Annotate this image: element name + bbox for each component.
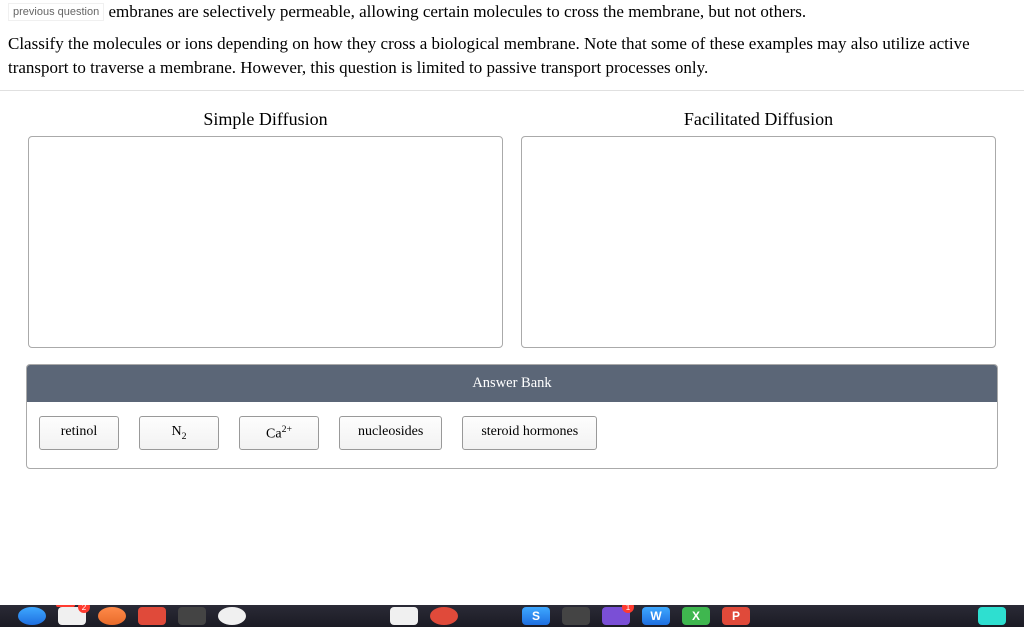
column-label-simple: Simple Diffusion: [28, 109, 503, 130]
tile-ca-base: Ca: [266, 426, 282, 441]
dock-app-icon[interactable]: [430, 607, 458, 625]
letter-icon: S: [522, 607, 550, 625]
letter-icon: W: [642, 607, 670, 625]
tile-retinol[interactable]: retinol: [39, 416, 119, 451]
intro-text-2: Classify the molecules or ions depending…: [8, 32, 1014, 80]
dock-app-icon[interactable]: [978, 607, 1006, 625]
classification-area: Simple Diffusion Facilitated Diffusion: [0, 91, 1024, 364]
dock-teams-icon[interactable]: 1: [602, 607, 630, 625]
dock-app-icon[interactable]: [178, 607, 206, 625]
badge-icon: 2: [78, 605, 90, 613]
dock-safari-icon[interactable]: [218, 607, 246, 625]
macos-dock: 2 OCT S 1 W X P: [0, 605, 1024, 627]
intro-text-1: embranes are selectively permeable, allo…: [108, 2, 806, 21]
answer-bank-header: Answer Bank: [27, 365, 997, 402]
tile-n2-sub: 2: [182, 430, 187, 441]
tile-ca-sup: 2+: [282, 424, 292, 435]
dock-app-icon[interactable]: [562, 607, 590, 625]
letter-icon: P: [722, 607, 750, 625]
dock-app-icon[interactable]: [98, 607, 126, 625]
column-simple-diffusion: Simple Diffusion: [28, 109, 503, 348]
question-content: previous question embranes are selective…: [0, 0, 1024, 80]
previous-question-link[interactable]: previous question: [8, 3, 104, 21]
letter-icon: X: [682, 607, 710, 625]
dock-photos-icon[interactable]: [390, 607, 418, 625]
dock-skype-icon[interactable]: S: [522, 607, 550, 625]
dock-calendar-icon[interactable]: 2 OCT: [58, 607, 86, 625]
dropzone-facilitated-diffusion[interactable]: [521, 136, 996, 348]
answer-bank: Answer Bank retinol N2 Ca2+ nucleosides …: [26, 364, 998, 470]
dock-app-icon[interactable]: [18, 607, 46, 625]
dropzone-simple-diffusion[interactable]: [28, 136, 503, 348]
column-label-facilitated: Facilitated Diffusion: [521, 109, 996, 130]
tile-nucleosides[interactable]: nucleosides: [339, 416, 442, 451]
column-facilitated-diffusion: Facilitated Diffusion: [521, 109, 996, 348]
tile-n2-base: N: [171, 424, 181, 439]
dock-app-icon[interactable]: [138, 607, 166, 625]
badge-icon: 1: [622, 605, 634, 613]
intro-line-1: previous question embranes are selective…: [8, 2, 1014, 22]
tile-n2[interactable]: N2: [139, 416, 219, 451]
tile-ca2plus[interactable]: Ca2+: [239, 416, 319, 451]
dock-word-icon[interactable]: W: [642, 607, 670, 625]
calendar-month-label: OCT: [56, 605, 75, 607]
answer-bank-body: retinol N2 Ca2+ nucleosides steroid horm…: [27, 402, 997, 469]
dock-excel-icon[interactable]: X: [682, 607, 710, 625]
tile-steroid-hormones[interactable]: steroid hormones: [462, 416, 597, 451]
dock-powerpoint-icon[interactable]: P: [722, 607, 750, 625]
